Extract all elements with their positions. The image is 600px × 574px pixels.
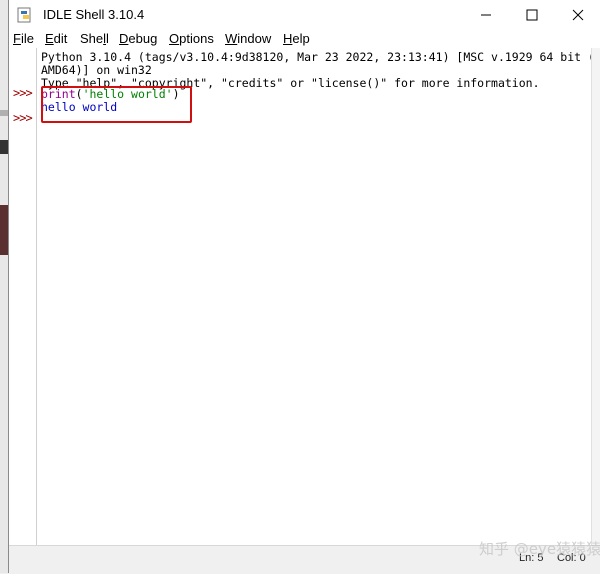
menu-edit[interactable]: Edit bbox=[45, 31, 67, 46]
title-bar[interactable]: IDLE Shell 3.10.4 bbox=[9, 0, 600, 30]
minimize-icon bbox=[481, 14, 491, 16]
window-title: IDLE Shell 3.10.4 bbox=[43, 7, 145, 22]
menu-shell[interactable]: Shell bbox=[80, 31, 109, 46]
banner-line: AMD64)] on win32 bbox=[41, 63, 152, 77]
menu-debug[interactable]: Debug bbox=[119, 31, 157, 46]
desktop-background-detail bbox=[0, 140, 8, 154]
maximize-icon bbox=[526, 9, 538, 21]
desktop-background-detail bbox=[0, 110, 8, 116]
python-idle-icon bbox=[17, 7, 31, 23]
desktop-background-detail bbox=[0, 205, 8, 255]
banner-line: Python 3.10.4 (tags/v3.10.4:9d38120, Mar… bbox=[41, 50, 595, 64]
menu-help[interactable]: Help bbox=[283, 31, 310, 46]
close-icon bbox=[572, 9, 584, 21]
watermark-text: 知乎 @eye猿猿猿 bbox=[479, 540, 600, 558]
idle-shell-window: IDLE Shell 3.10.4 File Edit Shell Debug … bbox=[8, 0, 600, 574]
menu-file[interactable]: File bbox=[13, 31, 34, 46]
annotation-highlight-box bbox=[41, 86, 192, 123]
vertical-scrollbar[interactable] bbox=[591, 48, 600, 545]
minimize-button[interactable] bbox=[463, 0, 509, 30]
prompt-gutter: >>> >>> bbox=[9, 48, 37, 545]
menu-bar: File Edit Shell Debug Options Window Hel… bbox=[9, 30, 600, 48]
menu-options[interactable]: Options bbox=[169, 31, 214, 46]
shell-prompt: >>> bbox=[13, 111, 33, 125]
maximize-button[interactable] bbox=[509, 0, 555, 30]
menu-window[interactable]: Window bbox=[225, 31, 271, 46]
shell-prompt: >>> bbox=[13, 86, 33, 100]
desktop-background bbox=[0, 0, 8, 573]
close-button[interactable] bbox=[555, 0, 600, 30]
